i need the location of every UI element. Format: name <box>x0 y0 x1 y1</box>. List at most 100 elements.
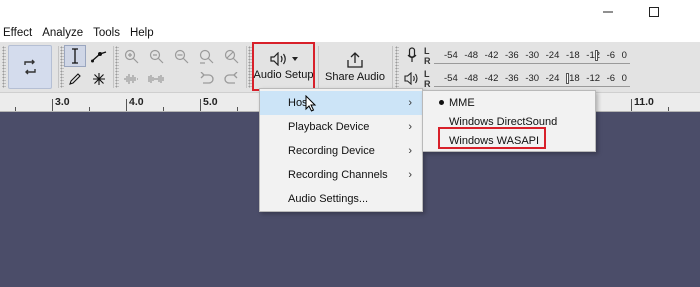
meter-tick-label: -36 <box>504 49 519 61</box>
meter-tick-label: -54 <box>444 72 458 84</box>
multi-tool[interactable] <box>88 68 110 90</box>
meter-tick-label: -48 <box>464 72 479 84</box>
trim-icon <box>124 74 138 84</box>
playback-meter[interactable]: LR -54 -48 -42 -36 -30 -24 -18 -12 -6 0 <box>424 68 632 90</box>
share-audio-button[interactable]: Share Audio <box>322 44 388 90</box>
menu-item-host[interactable]: Host › <box>260 91 422 115</box>
ruler-label: 5.0 <box>203 96 218 108</box>
channel-right-label: R <box>424 79 431 89</box>
fit-selection-icon <box>174 49 188 63</box>
highlight-annotation-box <box>438 127 546 149</box>
meter-tick-label: -48 <box>464 49 479 61</box>
menu-item-recording-device[interactable]: Recording Device › <box>260 139 422 163</box>
menu-item-label: Recording Channels <box>288 169 388 181</box>
zoom-in-icon <box>124 49 138 63</box>
redo-button[interactable] <box>220 68 242 90</box>
chevron-right-icon: › <box>408 169 412 181</box>
speaker-icon <box>269 52 286 66</box>
audio-setup-button[interactable]: Audio Setup <box>252 42 315 91</box>
ruler-label: 3.0 <box>55 96 70 108</box>
zoom-out-button[interactable] <box>145 45 167 67</box>
menu-item-label: Audio Settings... <box>288 193 369 205</box>
meter-tick-label: 0 <box>621 49 627 61</box>
menu-tools[interactable]: Tools <box>89 27 124 39</box>
maximize-button[interactable] <box>636 0 672 24</box>
chevron-right-icon: › <box>408 97 412 109</box>
minimize-button[interactable] <box>590 0 626 24</box>
loop-button[interactable] <box>8 45 52 89</box>
draw-tool-icon <box>69 73 81 85</box>
mouse-cursor-icon <box>305 95 317 112</box>
ruler-label: 11.0 <box>634 96 654 108</box>
host-option-label: MME <box>449 96 475 109</box>
chevron-down-icon <box>291 57 298 61</box>
microphone-icon <box>407 47 417 62</box>
meter-tick-label: -30 <box>525 72 540 84</box>
silence-icon <box>148 75 164 83</box>
record-meter-button[interactable] <box>402 45 422 65</box>
meter-tick-label: -42 <box>484 72 499 84</box>
menu-bar: Effect Analyze Tools Help <box>0 24 700 42</box>
trim-button[interactable] <box>120 68 142 90</box>
menu-item-label: Playback Device <box>288 121 370 133</box>
host-option-mme[interactable]: MME <box>439 93 595 112</box>
selection-tool[interactable] <box>64 45 86 67</box>
meter-tick-label: -12 <box>586 72 601 84</box>
zoom-in-button[interactable] <box>120 45 142 67</box>
record-meter[interactable]: LR -54 -48 -42 -36 -30 -24 -18 -12 -6 0 <box>424 45 632 67</box>
fit-project-button[interactable] <box>195 45 217 67</box>
maximize-icon <box>649 7 659 17</box>
silence-button[interactable] <box>145 68 167 90</box>
playback-level-handle[interactable] <box>566 73 569 84</box>
speaker-icon <box>404 71 418 85</box>
meter-tick-label: -30 <box>525 49 540 61</box>
meter-tick-label: -36 <box>504 72 519 84</box>
toolbar-grip[interactable] <box>2 46 6 88</box>
fit-selection-button[interactable] <box>170 45 192 67</box>
title-bar <box>0 0 700 24</box>
draw-tool[interactable] <box>64 68 86 90</box>
audio-setup-label: Audio Setup <box>253 69 314 81</box>
selected-radio-icon <box>439 100 444 105</box>
channel-left-label: L <box>424 69 430 79</box>
meter-scale: -54 -48 -42 -36 -30 -24 -18 -12 -6 0 <box>434 47 630 64</box>
channel-left-label: L <box>424 46 430 56</box>
envelope-tool-icon <box>91 51 107 63</box>
meter-tick-label: -6 <box>606 72 616 84</box>
undo-icon <box>200 72 214 84</box>
menu-analyze[interactable]: Analyze <box>38 27 87 39</box>
meter-tick-label: -42 <box>484 49 499 61</box>
channel-right-label: R <box>424 56 431 66</box>
meter-grip[interactable] <box>395 46 399 88</box>
meter-tick-label: -18 <box>565 49 580 61</box>
ruler-label: 4.0 <box>129 96 144 108</box>
zoom-toggle-button[interactable] <box>220 45 242 67</box>
undo-button[interactable] <box>195 68 217 90</box>
loop-icon <box>24 59 36 75</box>
host-option-label: Windows DirectSound <box>449 115 558 128</box>
redo-icon <box>223 72 237 84</box>
menu-item-label: Recording Device <box>288 145 375 157</box>
minimize-icon <box>603 11 613 13</box>
record-level-handle[interactable] <box>595 50 598 61</box>
zoom-out-icon <box>149 49 163 63</box>
toolbar: Audio Setup Share Audio LR -54 -48 -42 -… <box>0 42 700 92</box>
meter-tick-label: -54 <box>444 49 458 61</box>
chevron-right-icon: › <box>408 145 412 157</box>
menu-effect[interactable]: Effect <box>0 27 36 39</box>
audio-setup-menu: Host › Playback Device › Recording Devic… <box>259 88 423 212</box>
envelope-tool[interactable] <box>88 45 110 67</box>
edit-grip[interactable] <box>115 46 119 88</box>
menu-item-audio-settings[interactable]: Audio Settings... <box>260 187 422 211</box>
fit-project-icon <box>199 49 213 64</box>
menu-help[interactable]: Help <box>126 27 158 39</box>
meter-scale: -54 -48 -42 -36 -30 -24 -18 -12 -6 0 <box>434 70 630 87</box>
menu-item-playback-device[interactable]: Playback Device › <box>260 115 422 139</box>
play-meter-button[interactable] <box>402 68 422 88</box>
menu-item-recording-channels[interactable]: Recording Channels › <box>260 163 422 187</box>
chevron-right-icon: › <box>408 121 412 133</box>
share-audio-label: Share Audio <box>325 70 385 83</box>
selection-tool-icon <box>72 48 78 64</box>
meter-tick-label: -24 <box>545 49 560 61</box>
meter-tick-label: -6 <box>606 49 616 61</box>
